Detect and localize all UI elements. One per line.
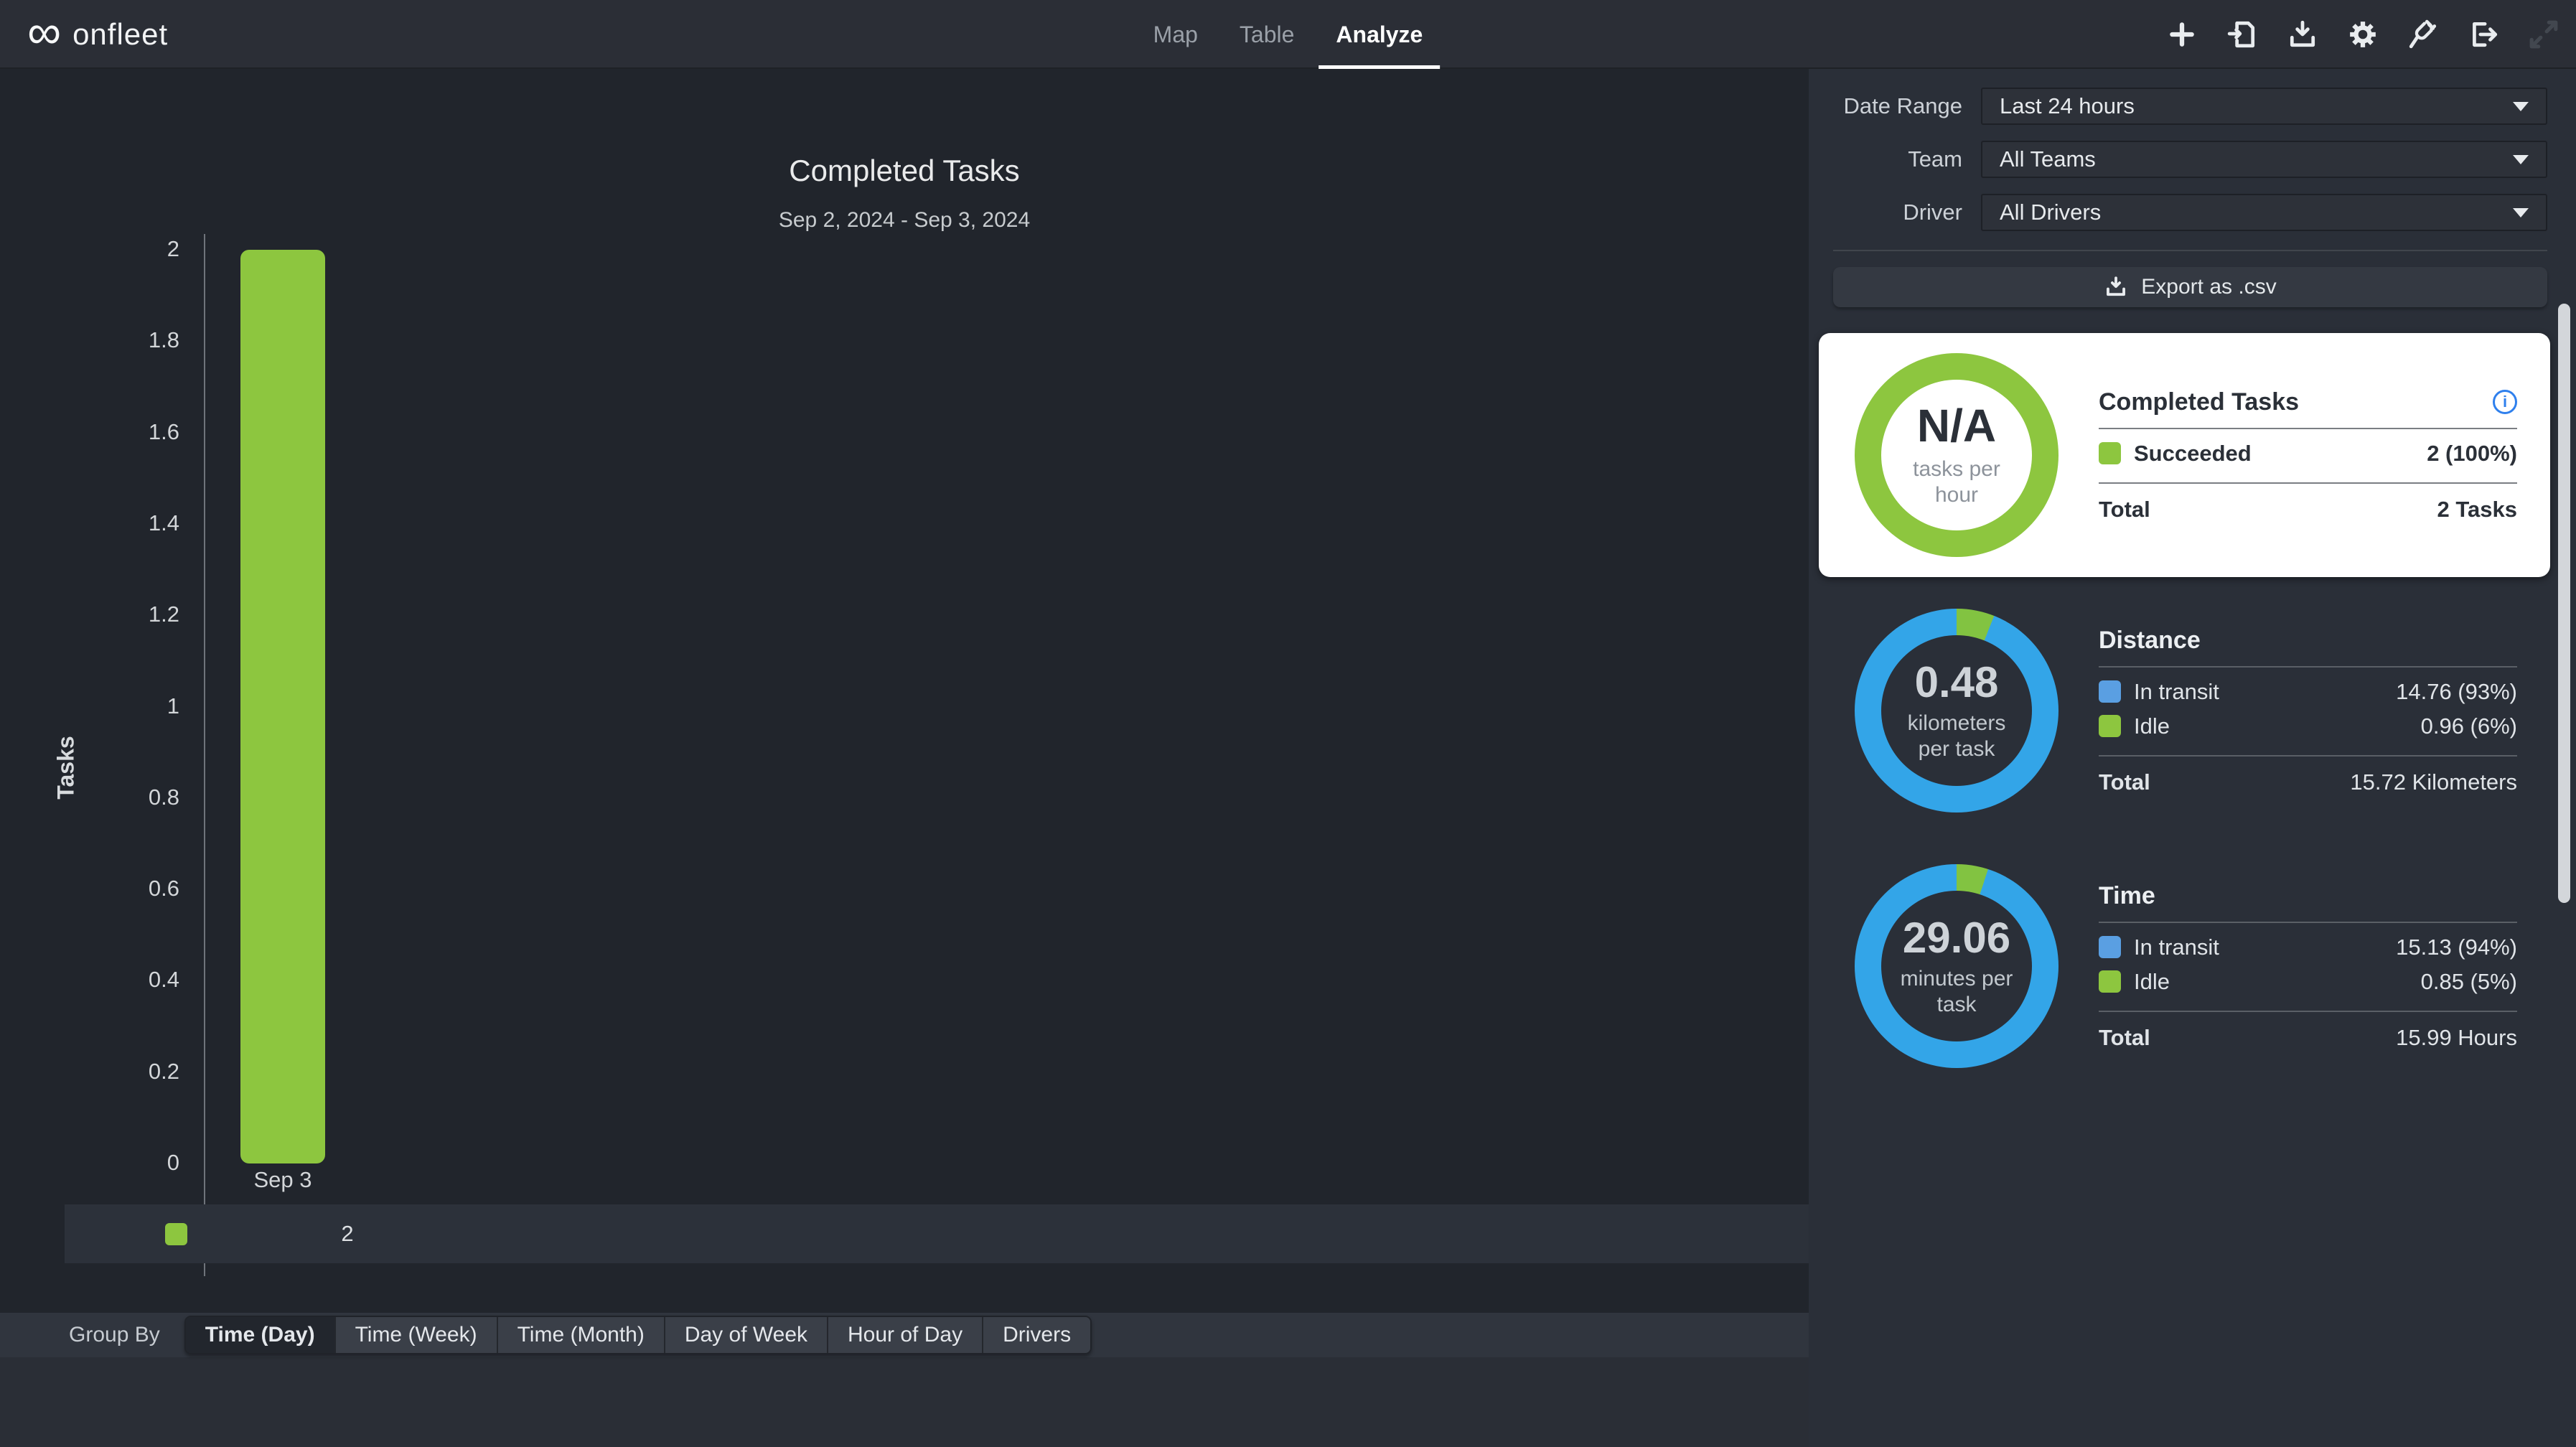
donut-center-label: tasks per hour — [1895, 456, 2018, 508]
y-tick: 2 — [29, 236, 179, 262]
card-title: Time — [2099, 882, 2155, 910]
minutes-per-task-donut: 29.06 minutes per task — [1855, 864, 2059, 1068]
expand-fullscreen-icon[interactable] — [2527, 18, 2560, 51]
tasks-per-hour-donut: N/A tasks per hour — [1855, 353, 2059, 557]
y-axis-line — [204, 234, 205, 1276]
x-category-label: Sep 3 — [204, 1167, 362, 1193]
integrations-plug-icon[interactable] — [2407, 18, 2440, 51]
y-tick: 1.4 — [29, 510, 179, 536]
idle-swatch — [2099, 970, 2121, 993]
toolbar-icons — [2165, 0, 2560, 69]
completed-tasks-card: N/A tasks per hour Completed Tasks i Suc… — [1819, 333, 2550, 577]
tab-groupby-time-day[interactable]: Time (Day) — [186, 1317, 336, 1353]
chart-bottom-summary-row: 2 — [65, 1204, 1809, 1263]
tab-groupby-time-month[interactable]: Time (Month) — [498, 1317, 665, 1353]
summary-cards: N/A tasks per hour Completed Tasks i Suc… — [1809, 307, 2576, 1088]
idle-value: 0.96 (6%) — [2421, 713, 2517, 739]
total-row: Total 2 Tasks — [2099, 491, 2517, 523]
donut-center-value: 0.48 — [1915, 660, 1999, 705]
tab-analyze[interactable]: Analyze — [1336, 0, 1423, 69]
y-tick: 1.2 — [29, 601, 179, 627]
in-transit-swatch — [2099, 680, 2121, 703]
y-tick: 1 — [29, 693, 179, 719]
y-tick: 0 — [29, 1150, 179, 1176]
card-title: Distance — [2099, 627, 2201, 655]
info-icon[interactable]: i — [2493, 390, 2517, 414]
panel-divider — [1833, 250, 2547, 251]
series-swatch — [165, 1223, 187, 1245]
group-by-label: Group By — [69, 1323, 160, 1347]
chevron-down-icon — [2513, 208, 2529, 217]
succeeded-row: Succeeded 2 (100%) — [2099, 436, 2517, 471]
donut-center-value: N/A — [1917, 402, 1996, 450]
in-transit-value: 14.76 (93%) — [2396, 679, 2517, 705]
team-select[interactable]: All Teams — [1981, 141, 2547, 178]
in-transit-swatch — [2099, 936, 2121, 958]
onfleet-logo[interactable]: ∞ onfleet — [27, 0, 168, 69]
in-transit-value: 15.13 (94%) — [2396, 935, 2517, 960]
chart-date-range-subtitle: Sep 2, 2024 - Sep 3, 2024 — [0, 208, 1809, 233]
top-bar: ∞ onfleet Map Table Analyze — [0, 0, 2576, 69]
analyze-side-panel: Date Range Last 24 hours Team All Teams … — [1809, 69, 2576, 1447]
in-transit-row: In transit 15.13 (94%) — [2099, 930, 2517, 965]
tab-map[interactable]: Map — [1153, 0, 1198, 69]
card-title: Completed Tasks — [2099, 388, 2299, 416]
team-row: Team All Teams — [1833, 141, 2547, 178]
tab-table[interactable]: Table — [1240, 0, 1295, 69]
add-icon[interactable] — [2165, 18, 2198, 51]
filters-section: Date Range Last 24 hours Team All Teams … — [1809, 69, 2576, 231]
driver-row: Driver All Drivers — [1833, 194, 2547, 231]
import-tasks-icon[interactable] — [2226, 18, 2259, 51]
brand-name: onfleet — [72, 17, 168, 52]
y-tick: 0.4 — [29, 967, 179, 993]
tab-groupby-day-of-week[interactable]: Day of Week — [665, 1317, 828, 1353]
group-by-segmented-control: Time (Day)Time (Week)Time (Month)Day of … — [184, 1316, 1092, 1354]
bar-sep-3[interactable] — [240, 250, 325, 1163]
succeeded-swatch — [2099, 442, 2121, 464]
donut-center-value: 29.06 — [1903, 915, 2010, 960]
idle-value: 0.85 (5%) — [2421, 969, 2517, 995]
donut-center-label: minutes per task — [1895, 966, 2018, 1018]
y-tick: 0.6 — [29, 876, 179, 902]
distance-card: 0.48 kilometers per task Distance In tra… — [1819, 589, 2550, 833]
sign-out-icon[interactable] — [2467, 18, 2500, 51]
date-range-select[interactable]: Last 24 hours — [1981, 88, 2547, 125]
team-label: Team — [1833, 146, 1962, 172]
succeeded-value: 2 (100%) — [2427, 441, 2517, 467]
tab-groupby-time-week[interactable]: Time (Week) — [336, 1317, 498, 1353]
total-row: Total 15.72 Kilometers — [2099, 764, 2517, 795]
kilometers-per-task-donut: 0.48 kilometers per task — [1855, 609, 2059, 813]
infinity-logo-icon: ∞ — [27, 8, 61, 55]
main-nav: Map Table Analyze — [1153, 0, 1423, 69]
export-csv-button[interactable]: Export as .csv — [1833, 267, 2547, 307]
driver-select[interactable]: All Drivers — [1981, 194, 2547, 231]
group-by-bar: Group By Time (Day)Time (Week)Time (Mont… — [0, 1313, 1809, 1357]
driver-label: Driver — [1833, 200, 1962, 225]
chevron-down-icon — [2513, 102, 2529, 111]
y-tick: 1.8 — [29, 327, 179, 353]
settings-gear-icon[interactable] — [2346, 18, 2379, 51]
in-transit-row: In transit 14.76 (93%) — [2099, 675, 2517, 709]
total-row: Total 15.99 Hours — [2099, 1019, 2517, 1051]
tab-groupby-hour-of-day[interactable]: Hour of Day — [828, 1317, 983, 1353]
series-total-value: 2 — [276, 1221, 419, 1247]
y-tick: 1.6 — [29, 419, 179, 445]
idle-row: Idle 0.85 (5%) — [2099, 965, 2517, 999]
y-tick: 0.8 — [29, 785, 179, 810]
chart-title: Completed Tasks — [0, 154, 1809, 188]
chevron-down-icon — [2513, 155, 2529, 164]
chart-area: Completed Tasks Sep 2, 2024 - Sep 3, 202… — [0, 69, 1809, 1313]
download-icon[interactable] — [2286, 18, 2319, 51]
idle-swatch — [2099, 715, 2121, 737]
donut-center-label: kilometers per task — [1895, 711, 2018, 762]
time-card: 29.06 minutes per task Time In transit 1… — [1819, 844, 2550, 1088]
tab-groupby-drivers[interactable]: Drivers — [983, 1317, 1090, 1353]
y-tick: 0.2 — [29, 1059, 179, 1085]
panel-scrollbar-thumb[interactable] — [2558, 304, 2570, 903]
date-range-label: Date Range — [1833, 93, 1962, 119]
date-range-row: Date Range Last 24 hours — [1833, 88, 2547, 125]
idle-row: Idle 0.96 (6%) — [2099, 709, 2517, 744]
